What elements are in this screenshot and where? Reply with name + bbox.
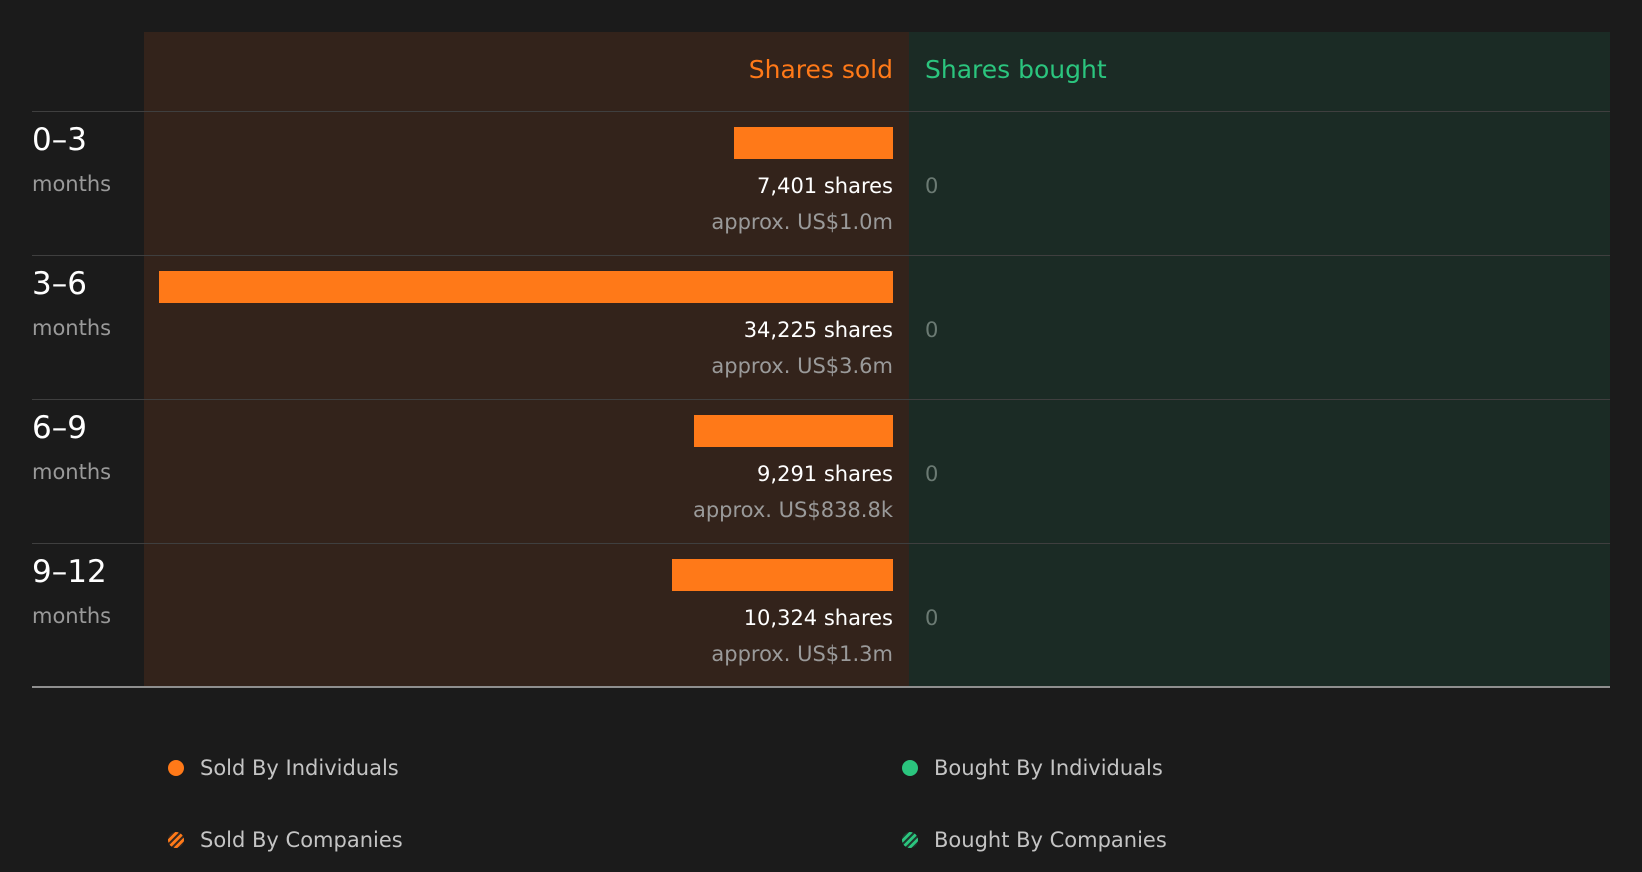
period-row: 9–12 months 10,324 shares approx. US$1.3… — [0, 544, 1642, 688]
legend-label: Bought By Individuals — [934, 756, 1163, 780]
sold-usd-label: approx. US$3.6m — [711, 354, 893, 378]
period-unit: months — [32, 604, 112, 628]
bought-shares-label: 0 — [925, 606, 939, 630]
legend-label: Bought By Companies — [934, 828, 1167, 852]
green-hatched-dot-icon — [902, 832, 918, 848]
orange-dot-icon — [168, 760, 184, 776]
period-row: 0–3 months 7,401 shares approx. US$1.0m … — [0, 112, 1642, 256]
shares-bought-header: Shares bought — [925, 55, 1107, 84]
period-label: 0–3 — [32, 122, 87, 158]
legend-item-sold-companies[interactable]: Sold By Companies — [168, 828, 403, 852]
insider-trading-chart: Shares sold Shares bought 0–3 months 7,4… — [0, 0, 1642, 700]
period-label: 6–9 — [32, 410, 87, 446]
period-label: 3–6 — [32, 266, 87, 302]
period-label: 9–12 — [32, 554, 107, 590]
period-unit: months — [32, 316, 112, 340]
legend: Sold By Individuals Bought By Individual… — [0, 700, 1642, 872]
legend-item-bought-companies[interactable]: Bought By Companies — [902, 828, 1167, 852]
period-row: 3–6 months 34,225 shares approx. US$3.6m… — [0, 256, 1642, 400]
legend-label: Sold By Companies — [200, 828, 403, 852]
sold-bar — [159, 271, 893, 303]
sold-usd-label: approx. US$838.8k — [692, 498, 893, 522]
sold-shares-label: 9,291 shares — [757, 462, 893, 486]
bought-shares-label: 0 — [925, 174, 939, 198]
sold-bar — [734, 127, 893, 159]
sold-bar — [694, 415, 893, 447]
period-unit: months — [32, 460, 112, 484]
sold-usd-label: approx. US$1.3m — [711, 642, 893, 666]
sold-shares-label: 10,324 shares — [743, 606, 893, 630]
period-unit: months — [32, 172, 112, 196]
sold-bar — [672, 559, 893, 591]
orange-hatched-dot-icon — [168, 832, 184, 848]
legend-item-bought-individuals[interactable]: Bought By Individuals — [902, 756, 1163, 780]
bought-shares-label: 0 — [925, 462, 939, 486]
period-row: 6–9 months 9,291 shares approx. US$838.8… — [0, 400, 1642, 544]
sold-shares-label: 34,225 shares — [743, 318, 893, 342]
legend-item-sold-individuals[interactable]: Sold By Individuals — [168, 756, 399, 780]
x-axis-line — [32, 686, 1610, 688]
green-dot-icon — [902, 760, 918, 776]
sold-usd-label: approx. US$1.0m — [711, 210, 893, 234]
legend-label: Sold By Individuals — [200, 756, 399, 780]
sold-shares-label: 7,401 shares — [757, 174, 893, 198]
bought-shares-label: 0 — [925, 318, 939, 342]
shares-sold-header: Shares sold — [748, 55, 893, 84]
